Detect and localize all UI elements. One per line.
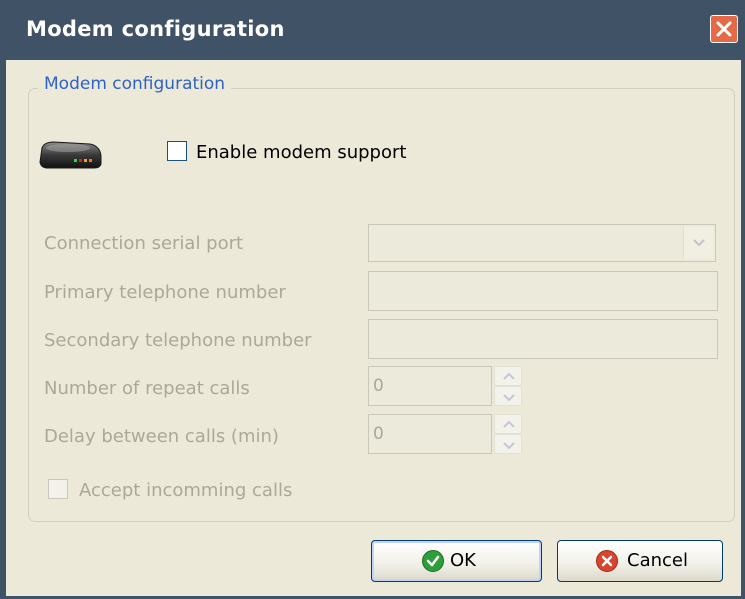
chevron-down-icon xyxy=(503,442,515,449)
delay-increment-button[interactable] xyxy=(494,414,522,434)
close-icon xyxy=(716,21,732,37)
delay-input[interactable]: 0 xyxy=(368,414,492,454)
close-button[interactable] xyxy=(710,15,738,43)
window-title: Modem configuration xyxy=(26,17,285,41)
repeat-calls-label: Number of repeat calls xyxy=(44,378,250,399)
repeat-calls-value: 0 xyxy=(373,376,384,396)
title-bar[interactable]: Modem configuration xyxy=(0,0,745,60)
repeat-calls-increment-button[interactable] xyxy=(494,366,522,386)
delay-label: Delay between calls (min) xyxy=(44,426,279,447)
serial-port-dropdown-button[interactable] xyxy=(683,227,713,259)
repeat-calls-spinner xyxy=(494,366,522,406)
groupbox-title: Modem configuration xyxy=(38,74,232,94)
enable-modem-label[interactable]: Enable modem support xyxy=(196,142,406,163)
serial-port-label: Connection serial port xyxy=(44,233,244,254)
ok-button[interactable]: OK xyxy=(371,540,542,582)
accept-calls-checkbox[interactable] xyxy=(48,479,68,499)
cancel-button[interactable]: Cancel xyxy=(557,540,723,582)
accept-calls-label[interactable]: Accept incomming calls xyxy=(79,480,292,501)
chevron-down-icon xyxy=(503,394,515,401)
chevron-up-icon xyxy=(503,373,515,380)
primary-phone-input[interactable] xyxy=(368,271,718,311)
delay-decrement-button[interactable] xyxy=(494,434,522,454)
delay-spinner xyxy=(494,414,522,454)
repeat-calls-decrement-button[interactable] xyxy=(494,386,522,406)
ok-button-label: OK xyxy=(450,550,476,571)
cancel-button-label: Cancel xyxy=(627,550,688,571)
cancel-x-icon xyxy=(596,550,618,572)
modem-icon xyxy=(39,141,102,169)
primary-phone-label: Primary telephone number xyxy=(44,282,286,303)
chevron-down-icon xyxy=(693,239,705,247)
repeat-calls-input[interactable]: 0 xyxy=(368,366,492,406)
secondary-phone-label: Secondary telephone number xyxy=(44,330,312,351)
delay-value: 0 xyxy=(373,424,384,444)
chevron-up-icon xyxy=(503,421,515,428)
secondary-phone-input[interactable] xyxy=(368,319,718,359)
enable-modem-checkbox[interactable] xyxy=(167,141,187,161)
serial-port-dropdown[interactable] xyxy=(368,224,716,262)
window-border-right xyxy=(741,60,745,596)
modem-config-dialog: Modem configuration Modem configuration … xyxy=(0,0,745,599)
check-icon xyxy=(422,550,444,572)
